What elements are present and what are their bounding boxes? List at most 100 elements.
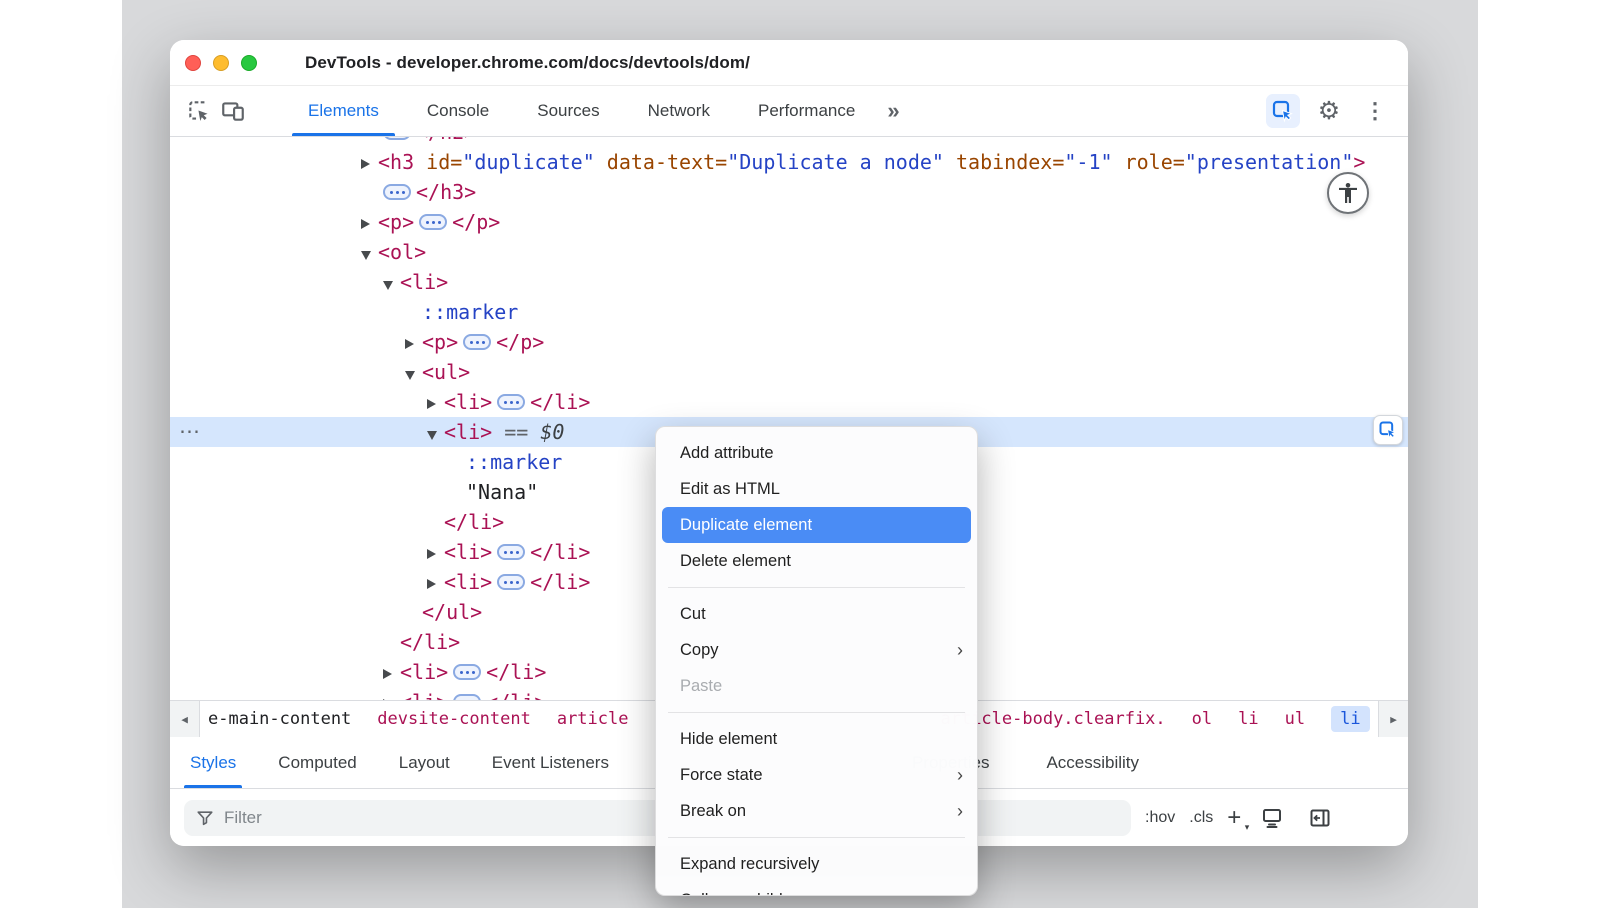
ellipsis-icon[interactable] [383,184,411,200]
dom-segment-tag: </li> [530,570,590,594]
disclosure-triangle-icon[interactable] [405,360,422,384]
tab-accessibility[interactable]: Accessibility [1046,737,1139,788]
menu-item-copy[interactable]: Copy› [656,632,977,668]
main-toolbar-tabs: ElementsConsoleSourcesNetworkPerformance [284,86,879,136]
arrow-square-icon[interactable] [1373,415,1403,445]
minimize-button[interactable] [213,55,229,71]
row-overflow-icon[interactable]: ⋯ [179,419,200,444]
tab-performance[interactable]: Performance [734,86,879,136]
dom-tree-row[interactable]: <li></li> [170,387,1408,417]
zoom-button[interactable] [241,55,257,71]
menu-item-label: Hide element [680,730,963,749]
tab-layout[interactable]: Layout [399,737,450,788]
toggle-hover-state-button[interactable]: :hov [1145,809,1175,827]
devtools-toolbar: ElementsConsoleSourcesNetworkPerformance… [170,86,1408,137]
tab-sources[interactable]: Sources [513,86,623,136]
ellipsis-icon[interactable] [463,334,491,350]
ellipsis-icon[interactable] [419,214,447,230]
dom-segment-tag: </h2> [416,137,476,144]
dom-tree-row[interactable]: <ul> [170,357,1408,387]
tab-computed[interactable]: Computed [278,737,356,788]
dom-tree-row[interactable]: <p> </p> [170,327,1408,357]
dom-segment-tag: </p> [496,330,544,354]
menu-item-collapse-children[interactable]: Collapse children [656,882,977,896]
filter-placeholder: Filter [224,808,262,828]
breadcrumb-item-li-1[interactable]: li [1238,709,1258,729]
disclosure-triangle-icon[interactable] [383,690,400,700]
disclosure-triangle-icon[interactable] [383,270,400,294]
tab-console[interactable]: Console [403,86,513,136]
menu-divider [668,712,965,713]
dom-segment-tag: </h3> [416,180,476,204]
menu-item-break-on[interactable]: Break on› [656,793,977,829]
breadcrumb-scroll-right-icon[interactable]: ▶ [1378,701,1408,737]
display-emulation-icon[interactable] [1255,801,1289,835]
dom-tree-row[interactable]: <p></p> [170,207,1408,237]
disclosure-triangle-icon[interactable] [383,660,400,684]
disclosure-triangle-icon[interactable] [427,420,444,444]
dom-segment-tag: <p> [422,330,458,354]
dom-tree-row[interactable]: <ol> [170,237,1408,267]
submenu-chevron-icon: › [957,765,963,786]
dom-segment-tag: </li> [486,690,546,700]
tab-styles[interactable]: Styles [190,737,236,788]
menu-item-edit-as-html[interactable]: Edit as HTML [656,471,977,507]
ellipsis-icon[interactable] [453,694,481,700]
breadcrumb-item-article[interactable]: article [557,709,629,729]
disclosure-triangle-icon[interactable] [361,150,378,174]
menu-item-label: Cut [680,605,963,624]
ellipsis-icon[interactable] [497,544,525,560]
disclosure-triangle-icon[interactable] [361,210,378,234]
inspect-element-icon[interactable] [182,94,216,128]
breadcrumb-item-ul[interactable]: ul [1285,709,1305,729]
dom-tree-row[interactable]: </h2> [170,137,1408,147]
menu-item-cut[interactable]: Cut [656,596,977,632]
menu-item-add-attribute[interactable]: Add attribute [656,435,977,471]
filter-funnel-icon [196,809,214,827]
more-tabs-icon[interactable]: » [887,98,899,124]
window-title: DevTools - developer.chrome.com/docs/dev… [305,53,750,73]
disclosure-triangle-icon[interactable] [405,330,422,354]
tab-network[interactable]: Network [624,86,734,136]
menu-item-label: Delete element [680,552,963,571]
toggle-class-button[interactable]: .cls [1189,809,1213,827]
menu-item-delete-element[interactable]: Delete element [656,543,977,579]
kebab-menu-icon[interactable]: ⋮ [1358,94,1392,128]
dom-tree-row[interactable]: </h3> [170,177,1408,207]
device-toolbar-icon[interactable] [216,94,250,128]
ellipsis-icon[interactable] [497,394,525,410]
breadcrumb-item-ol[interactable]: ol [1192,709,1212,729]
menu-item-force-state[interactable]: Force state› [656,757,977,793]
ellipsis-icon[interactable] [497,574,525,590]
breadcrumb-scroll-left-icon[interactable]: ◀ [170,701,200,737]
ellipsis-icon[interactable] [453,664,481,680]
ellipsis-icon[interactable] [383,137,411,140]
disclosure-triangle-icon[interactable] [427,390,444,414]
dom-tree-row[interactable]: <li> [170,267,1408,297]
breadcrumb-item-main-content[interactable]: e-main-content [208,709,351,729]
breadcrumb-item-devsite-content[interactable]: devsite-content [377,709,531,729]
dom-segment-dollar: $0 [540,420,564,444]
dom-segment-tag: <li> [400,660,448,684]
dom-segment-tag: </ul> [422,600,482,624]
disclosure-triangle-icon[interactable] [427,540,444,564]
menu-item-hide-element[interactable]: Hide element [656,721,977,757]
disclosure-triangle-icon[interactable] [427,570,444,594]
accessibility-person-icon[interactable] [1327,172,1369,214]
dom-tree-row[interactable]: <h3 id="duplicate" data-text="Duplicate … [170,147,1408,177]
menu-item-label: Duplicate element [680,516,957,535]
menu-item-duplicate-element[interactable]: Duplicate element [662,507,971,543]
menu-item-expand-recursively[interactable]: Expand recursively [656,846,977,882]
disclosure-triangle-icon[interactable] [361,240,378,264]
tab-elements[interactable]: Elements [284,86,403,136]
dock-sidebar-icon[interactable] [1303,801,1337,835]
settings-gear-icon[interactable]: ⚙ [1312,94,1346,128]
tab-event-listeners[interactable]: Event Listeners [492,737,609,788]
arrow-square-icon[interactable] [1266,94,1300,128]
close-button[interactable] [185,55,201,71]
breadcrumb-item-li-2[interactable]: li [1331,706,1369,732]
new-style-rule-button[interactable]: +▾ [1227,806,1241,830]
dom-tree-row[interactable]: ::marker [170,297,1408,327]
dom-segment-pseudo: ::marker [466,450,562,474]
dom-segment-tag: <li> [444,540,492,564]
